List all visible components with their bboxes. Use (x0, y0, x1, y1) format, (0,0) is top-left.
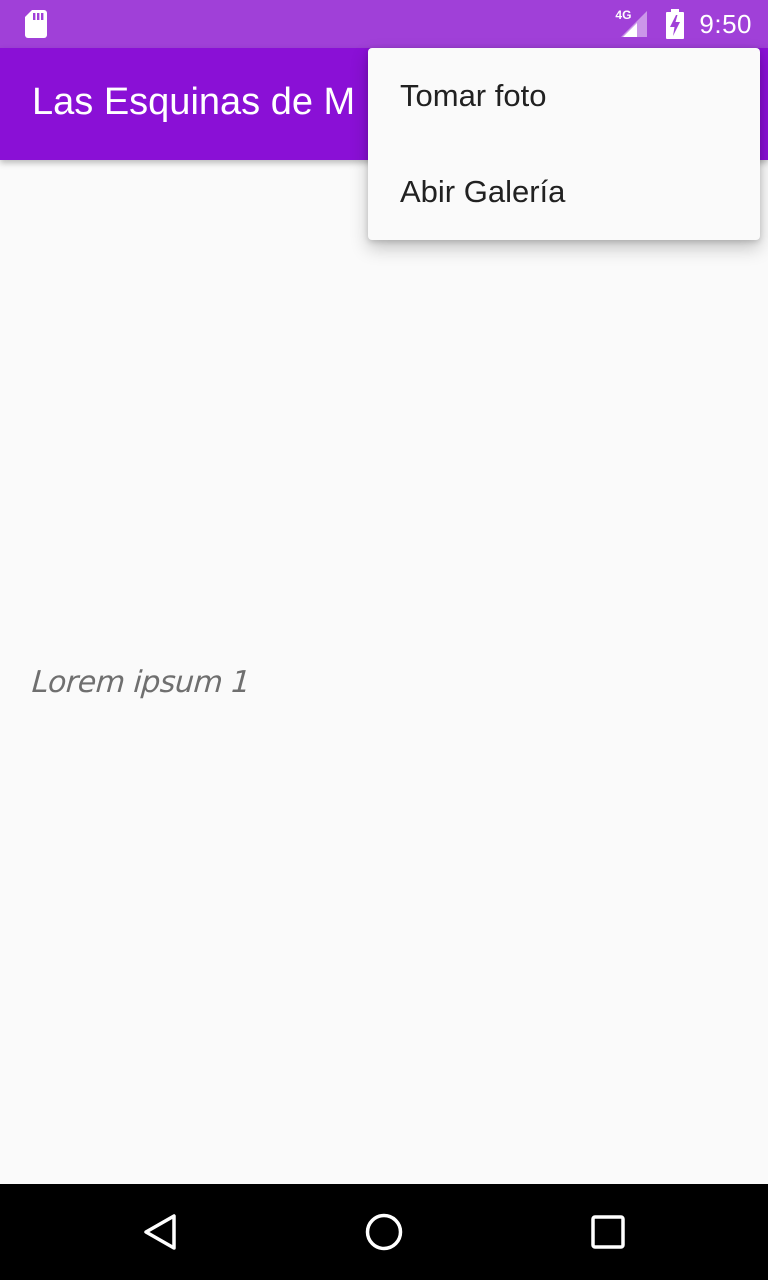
overflow-popup-menu: Tomar foto Abir Galería (368, 48, 760, 240)
menu-item-open-gallery[interactable]: Abir Galería (368, 144, 760, 240)
back-icon[interactable] (136, 1208, 184, 1256)
clock: 9:50 (699, 8, 752, 39)
status-bar: 4G 9:50 (0, 0, 768, 48)
navigation-bar (0, 1184, 768, 1280)
battery-charging-icon (665, 9, 685, 39)
home-icon[interactable] (360, 1208, 408, 1256)
sd-card-icon (24, 10, 48, 38)
menu-item-take-photo[interactable]: Tomar foto (368, 48, 760, 144)
recents-icon[interactable] (584, 1208, 632, 1256)
status-icons: 4G 9:50 (615, 0, 752, 48)
app-title: Las Esquinas de M (32, 81, 356, 123)
screen: 4G 9:50 Las Esquinas de M Lorem ipsum 1 … (0, 0, 768, 1280)
signal-icon: 4G (615, 9, 651, 39)
content-text: Lorem ipsum 1 (30, 665, 252, 700)
